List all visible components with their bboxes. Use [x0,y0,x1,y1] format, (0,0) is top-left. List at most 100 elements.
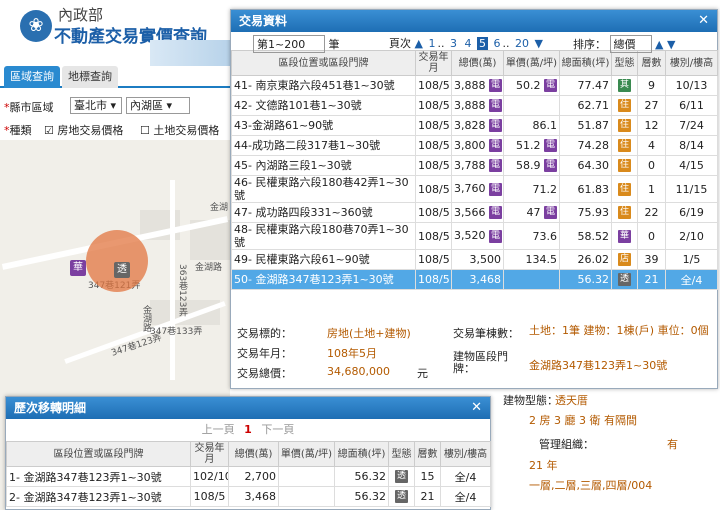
floor-level-cell-text: 8/14 [679,139,704,152]
column-header[interactable]: 交易年月 [415,50,452,76]
table-row[interactable]: 50- 金湖路347巷123弄1~30號 108/5 3,468 56.32 透 21 全/… [231,269,718,290]
table-row[interactable]: 44-成功路二段317巷1~30號 108/5 3,800 電 51.2 電 74.28… [231,135,718,156]
table-row[interactable]: 42- 文德路101巷1~30號 108/5 3,888 電 62.71 住 27 6/11 [231,95,718,116]
address-cell: 42- 文德路101巷1~30號 [231,95,416,116]
floors-cell-text: 0 [648,229,655,243]
elevator-icon: 電 [489,206,502,220]
total-price-cell: 3,520 電 [451,222,504,250]
page-current[interactable]: 5 [476,37,488,50]
prev-page-link[interactable]: 上一頁 [202,423,235,436]
column-header[interactable]: 單價(萬/坪) [278,441,335,467]
detail-label: 建物區段門牌： [453,350,508,375]
cluster-circle[interactable] [86,230,148,292]
column-header[interactable]: 總價(萬) [451,50,504,76]
table-row[interactable]: 49- 民權東路六段61~90號 108/5 3,500 134.5 26.02 店 39 1… [231,249,718,270]
table-row[interactable]: 41- 南京東路六段451巷1~30號 108/5 3,888 電 50.2 電 77.… [231,75,718,96]
city-select[interactable]: 臺北市 ▾ [70,97,122,114]
total-price-cell: 2,700 [228,466,279,487]
prev-page-icon[interactable]: ▲ [415,37,423,50]
floors-cell: 21 [637,269,666,290]
total-price-cell-text: 3,566 [454,205,486,219]
table-row[interactable]: 47- 成功路四段331~360號 108/5 3,566 電 47 電 75.93 住 2… [231,202,718,223]
sort-select[interactable]: 總價 [609,35,652,53]
page-link[interactable]: 20 [515,37,529,50]
column-header[interactable]: 區段位置或區段門牌 [231,50,416,76]
unit-price-cell: 73.6 [503,222,560,250]
column-header[interactable]: 總價(萬) [228,441,279,467]
area-cell-text: 56.32 [577,273,610,286]
table-row[interactable]: 46- 民權東路六段180巷42弄1~30號 108/5 3,760 電 71.2 61… [231,175,718,203]
marker-hua[interactable]: 華 [70,260,86,276]
marker-tou[interactable]: 透 [114,262,130,278]
unit-price-cell-text: 58.9 [516,158,541,172]
table-row[interactable]: 1- 金湖路347巷123弄1~30號 102/10 2,700 56.32 透 15 全/… [6,466,491,487]
land-price-checkbox[interactable]: ☐ 土地交易價格 [140,122,219,138]
type-cell: 住 [611,95,638,116]
column-header[interactable]: 層數 [637,50,666,76]
row-number: 49 [234,253,248,266]
detail-value: 一層,二層,三層,四層/004 [529,479,653,492]
sort-asc-icon[interactable]: ▲ [655,38,663,51]
date-cell-text: 108/5 [418,99,450,112]
area-cell: 56.32 [559,269,612,290]
area-cell: 74.28 [559,135,612,156]
table-header: 區段位置或區段門牌 交易年月 總價(萬) 單價(萬/坪) 總面積(坪) 型態 層數 樓別/樓高 [6,441,491,467]
house-price-checkbox[interactable]: ☑ 房地交易價格 [44,122,123,138]
page-link[interactable]: 4 [464,37,471,50]
range-select[interactable]: 第1~200 筆 [253,35,340,53]
address-text: - 文德路101巷1~30號 [248,99,362,112]
address-cell: 45- 內湖路三段1~30號 [231,155,416,176]
table-row[interactable]: 45- 內湖路三段1~30號 108/5 3,788 電 58.9 電 64.30 住 0 4… [231,155,718,176]
type-cell: 店 [611,249,638,270]
column-header[interactable]: 樓別/樓高 [440,441,491,467]
residential-icon: 住 [618,139,631,153]
column-header[interactable]: 區段位置或區段門牌 [6,441,191,467]
column-header[interactable]: 總面積(坪) [334,441,389,467]
table-row[interactable]: 43-金湖路61~90號 108/5 3,828 電 86.1 51.87 住 12 7/24 [231,115,718,136]
next-page-icon[interactable]: ▼ [534,37,542,50]
area-cell: 77.47 [559,75,612,96]
floors-cell-text: 15 [420,470,435,483]
address-cell: 47- 成功路四段331~360號 [231,202,416,223]
close-icon[interactable]: ✕ [471,397,482,419]
column-header[interactable]: 型態 [611,50,638,76]
district-select[interactable]: 內湖區 ▾ [126,97,190,114]
transaction-table: 區段位置或區段門牌 交易年月 總價(萬) 單價(萬/坪) 總面積(坪) 型態 層數 樓別/樓高… [231,50,718,290]
next-page-link[interactable]: 下一頁 [261,423,294,436]
unit-price-cell-text: 51.2 [516,138,541,152]
table-row[interactable]: 48- 民權東路六段180巷70弄1~30號 108/5 3,520 電 73.6 58… [231,222,718,250]
table-row[interactable]: 2- 金湖路347巷123弄1~30號 108/5 3,468 56.32 透 21 全/4 [6,486,491,507]
close-icon[interactable]: ✕ [698,10,709,32]
date-cell-text: 108/5 [418,159,450,172]
unit-price-cell [278,466,335,487]
type-cell: 住 [611,202,638,223]
column-header[interactable]: 層數 [414,441,441,467]
floors-cell: 4 [637,135,666,156]
column-header[interactable]: 型態 [388,441,415,467]
address-cell: 50- 金湖路347巷123弄1~30號 [231,269,416,290]
residential-icon: 住 [618,119,631,133]
column-header[interactable]: 交易年月 [190,441,229,467]
sort-desc-icon[interactable]: ▼ [667,38,675,51]
address-text: - 民權東路六段61~90號 [248,253,370,266]
residential-icon: 住 [618,206,631,220]
type-cell: 透 [611,269,638,290]
type-cell: 住 [611,155,638,176]
floor-level-cell: 8/14 [665,135,718,156]
floor-level-cell: 4/15 [665,155,718,176]
date-cell: 108/5 [415,202,452,223]
detail-label: 管理組織： [539,438,594,451]
tab-area-query[interactable]: 區域查詢 [4,66,60,88]
column-header[interactable]: 樓別/樓高 [665,50,718,76]
row-number: 47 [234,206,248,219]
page-link[interactable]: 1 [428,37,435,50]
address-text: -成功路二段317巷1~30號 [248,139,381,152]
page-link[interactable]: 6 [493,37,500,50]
detail-value: 金湖路347巷123弄1~30號 [529,359,668,372]
area-cell: 56.32 [334,486,389,507]
tab-landmark-query[interactable]: 地標查詢 [62,66,118,88]
column-header[interactable]: 總面積(坪) [559,50,612,76]
address-text: - 內湖路三段1~30號 [248,159,352,172]
column-header[interactable]: 單價(萬/坪) [503,50,560,76]
page-link[interactable]: 3 [450,37,457,50]
